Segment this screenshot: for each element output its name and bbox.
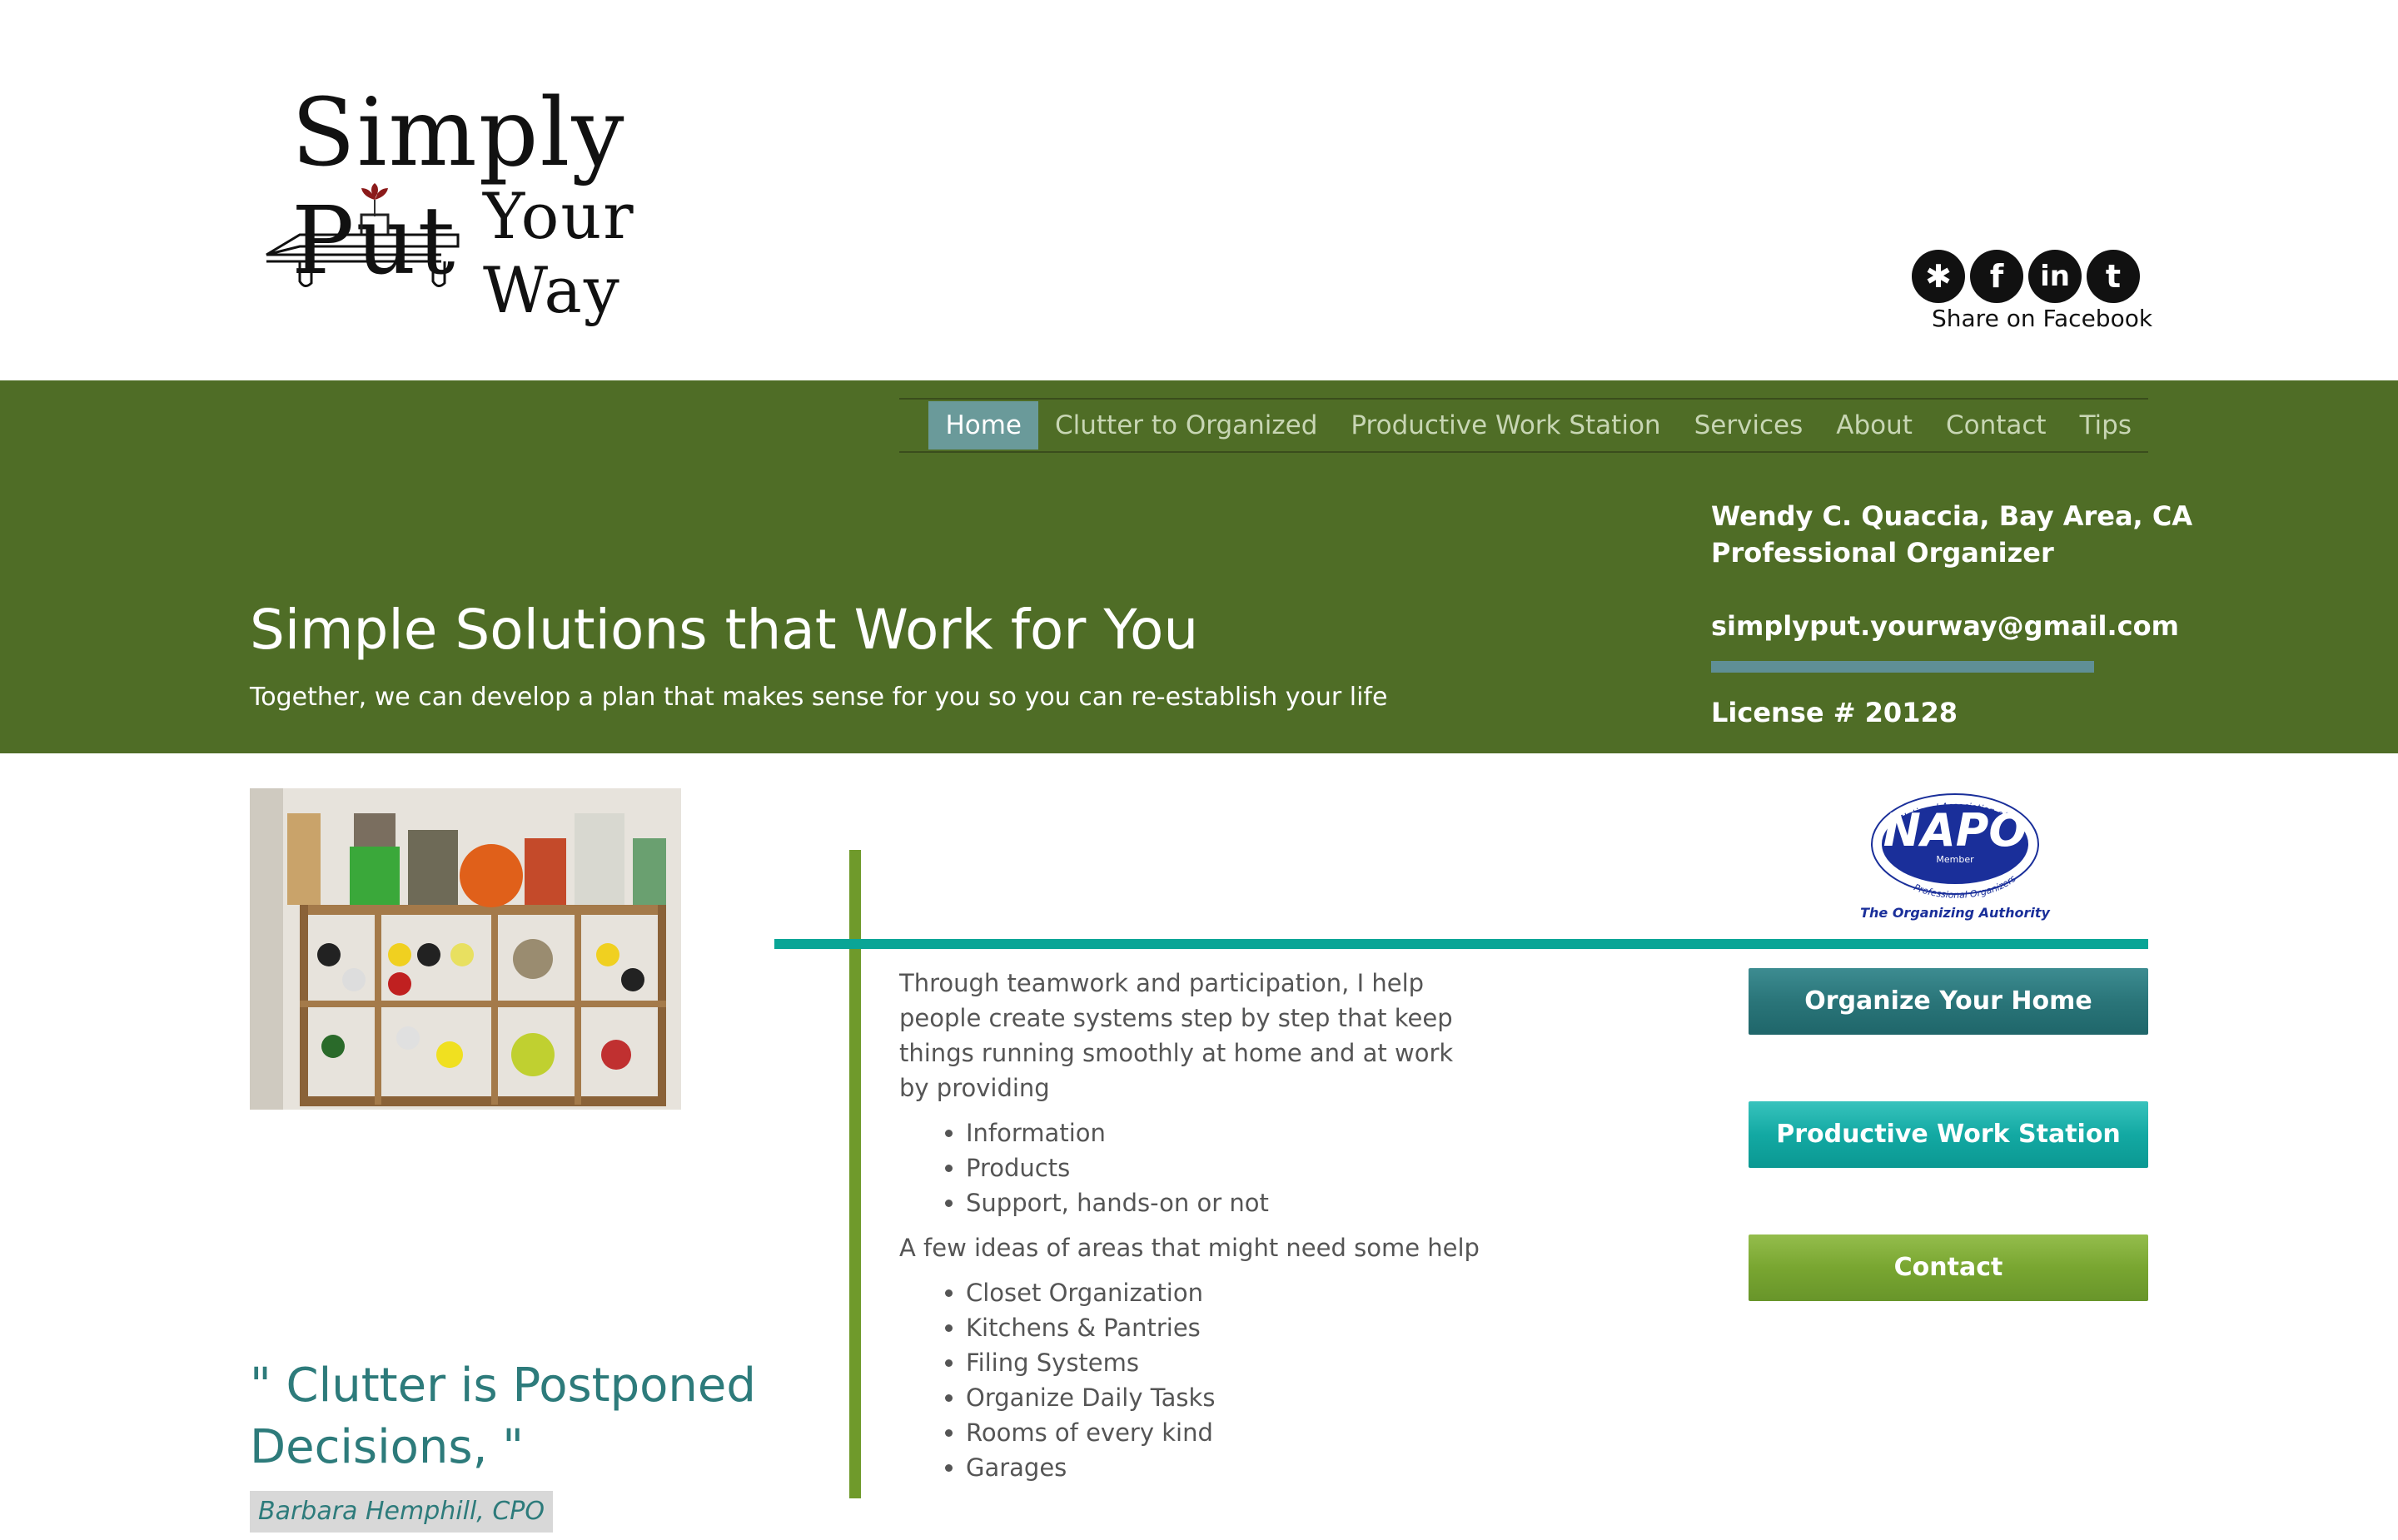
nav-clutter-to-organized[interactable]: Clutter to Organized [1038, 401, 1334, 450]
contact-button[interactable]: Contact [1749, 1234, 2148, 1301]
nav-productive-work-station[interactable]: Productive Work Station [1334, 401, 1677, 450]
facebook-icon[interactable]: f [1970, 250, 2023, 303]
list-item: Rooms of every kind [966, 1415, 1632, 1450]
quote-text: " Clutter is Postponed Decisions, " [250, 1359, 756, 1474]
napo-tagline: The Organizing Authority [1860, 905, 2050, 921]
site-logo[interactable]: Simply Put Your Way [250, 75, 749, 327]
services-list: Information Products Support, hands-on o… [899, 1115, 1632, 1220]
list-item: Kitchens & Pantries [966, 1310, 1632, 1345]
yelp-icon[interactable]: ✱ [1912, 250, 1965, 303]
main-content: Through teamwork and participation, I he… [899, 966, 1632, 1495]
napo-member: Member [1936, 854, 1974, 865]
areas-intro: A few ideas of areas that might need som… [899, 1234, 1480, 1262]
nav-services[interactable]: Services [1678, 401, 1820, 450]
list-item: Products [966, 1150, 1632, 1185]
list-item: Organize Daily Tasks [966, 1380, 1632, 1415]
linkedin-icon[interactable]: in [2028, 250, 2082, 303]
twitter-icon[interactable]: t [2087, 250, 2140, 303]
contact-divider [1711, 661, 2094, 673]
shelf-illustration [266, 183, 460, 287]
logo-line-2: Your Way [483, 179, 635, 327]
quote-block: " Clutter is Postponed Decisions, " Barb… [250, 1355, 783, 1540]
list-item: Closet Organization [966, 1275, 1632, 1310]
list-item: Filing Systems [966, 1345, 1632, 1380]
quote-author: Barbara Hemphill, CPO [250, 1490, 554, 1533]
nav-contact[interactable]: Contact [1929, 401, 2063, 450]
owner-name: Wendy C. Quaccia, Bay Area, CA [1711, 500, 2193, 532]
intro-paragraph: Through teamwork and participation, I he… [899, 969, 1454, 1102]
hero-title: Simple Solutions that Work for You [250, 598, 1199, 662]
organize-your-home-button[interactable]: Organize Your Home [1749, 968, 2148, 1035]
nav-about[interactable]: About [1819, 401, 1929, 450]
nav-tips[interactable]: Tips [2063, 401, 2148, 450]
email-link[interactable]: simplyput.yourway@gmail.com [1711, 608, 2179, 644]
productive-work-station-button[interactable]: Productive Work Station [1749, 1101, 2148, 1168]
napo-name: NAPO [1883, 804, 2027, 857]
list-item: Support, hands-on or not [966, 1185, 1632, 1220]
share-on-facebook-link[interactable]: Share on Facebook [1932, 305, 2152, 332]
areas-list: Closet Organization Kitchens & Pantries … [899, 1275, 1632, 1485]
contact-info: Wendy C. Quaccia, Bay Area, CA Professio… [1711, 498, 2193, 731]
owner-role: Professional Organizer [1711, 537, 2054, 569]
list-item: Garages [966, 1450, 1632, 1485]
main-nav: Home Clutter to Organized Productive Wor… [899, 398, 2148, 453]
napo-member-badge[interactable]: National Association of NAPO Member Prof… [1857, 792, 2057, 926]
pantry-photo [250, 788, 681, 1110]
horizontal-accent-line [774, 939, 2148, 949]
license-number: License # 20128 [1711, 697, 1958, 728]
hero-subtitle: Together, we can develop a plan that mak… [250, 683, 1388, 712]
list-item: Information [966, 1115, 1632, 1150]
social-links: ✱ f in t Share on Facebook [1912, 250, 2152, 333]
nav-home[interactable]: Home [928, 401, 1038, 450]
